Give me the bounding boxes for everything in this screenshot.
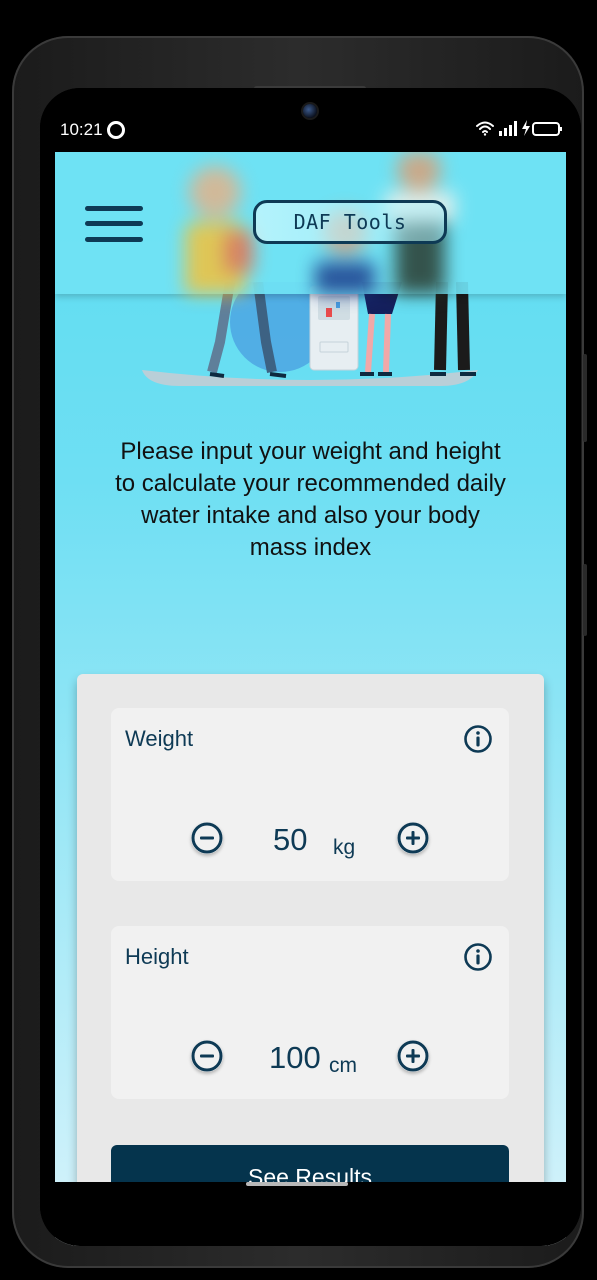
height-info-icon[interactable] <box>463 942 493 972</box>
front-camera <box>303 104 317 118</box>
battery-icon <box>532 122 562 136</box>
screen-bezel: 10:21 DAF Tools Please input your weight… <box>40 88 581 1246</box>
system-navigation-bar <box>40 1182 581 1246</box>
power-button <box>583 564 587 636</box>
height-field: Height 100 cm <box>111 926 509 1099</box>
height-decrease-button[interactable] <box>191 1040 223 1072</box>
height-label: Height <box>125 944 189 969</box>
signal-icon <box>499 121 517 136</box>
app-logo: DAF Tools <box>253 200 447 244</box>
app-screen: DAF Tools Please input your weight and h… <box>55 152 566 1246</box>
weight-info-icon[interactable] <box>463 724 493 754</box>
wifi-icon <box>476 121 494 136</box>
app-header: DAF Tools <box>55 152 566 294</box>
weight-label: Weight <box>125 726 194 751</box>
intro-text: Please input your weight and height to c… <box>115 438 506 561</box>
weight-decrease-button[interactable] <box>191 822 223 854</box>
status-bar: 10:21 <box>40 88 581 152</box>
height-increase-button[interactable] <box>397 1040 429 1072</box>
weight-field: Weight 50 kg <box>111 708 509 881</box>
weight-increase-button[interactable] <box>397 822 429 854</box>
charging-icon <box>522 120 530 136</box>
sync-status-icon <box>107 121 125 139</box>
water-cooler-illustration <box>142 282 478 386</box>
height-unit: cm <box>329 1054 357 1077</box>
input-card: Weight 50 kg Height 100 cm See Results <box>77 674 544 1243</box>
volume-button <box>583 354 587 442</box>
status-icons <box>476 120 562 136</box>
status-time: 10:21 <box>60 120 103 139</box>
height-value: 100 <box>269 1040 321 1075</box>
home-gesture-bar[interactable] <box>246 1182 348 1186</box>
weight-value: 50 <box>273 822 308 857</box>
weight-unit: kg <box>333 836 356 859</box>
phone-frame: 10:21 DAF Tools Please input your weight… <box>12 36 587 1268</box>
menu-icon[interactable] <box>85 206 143 242</box>
